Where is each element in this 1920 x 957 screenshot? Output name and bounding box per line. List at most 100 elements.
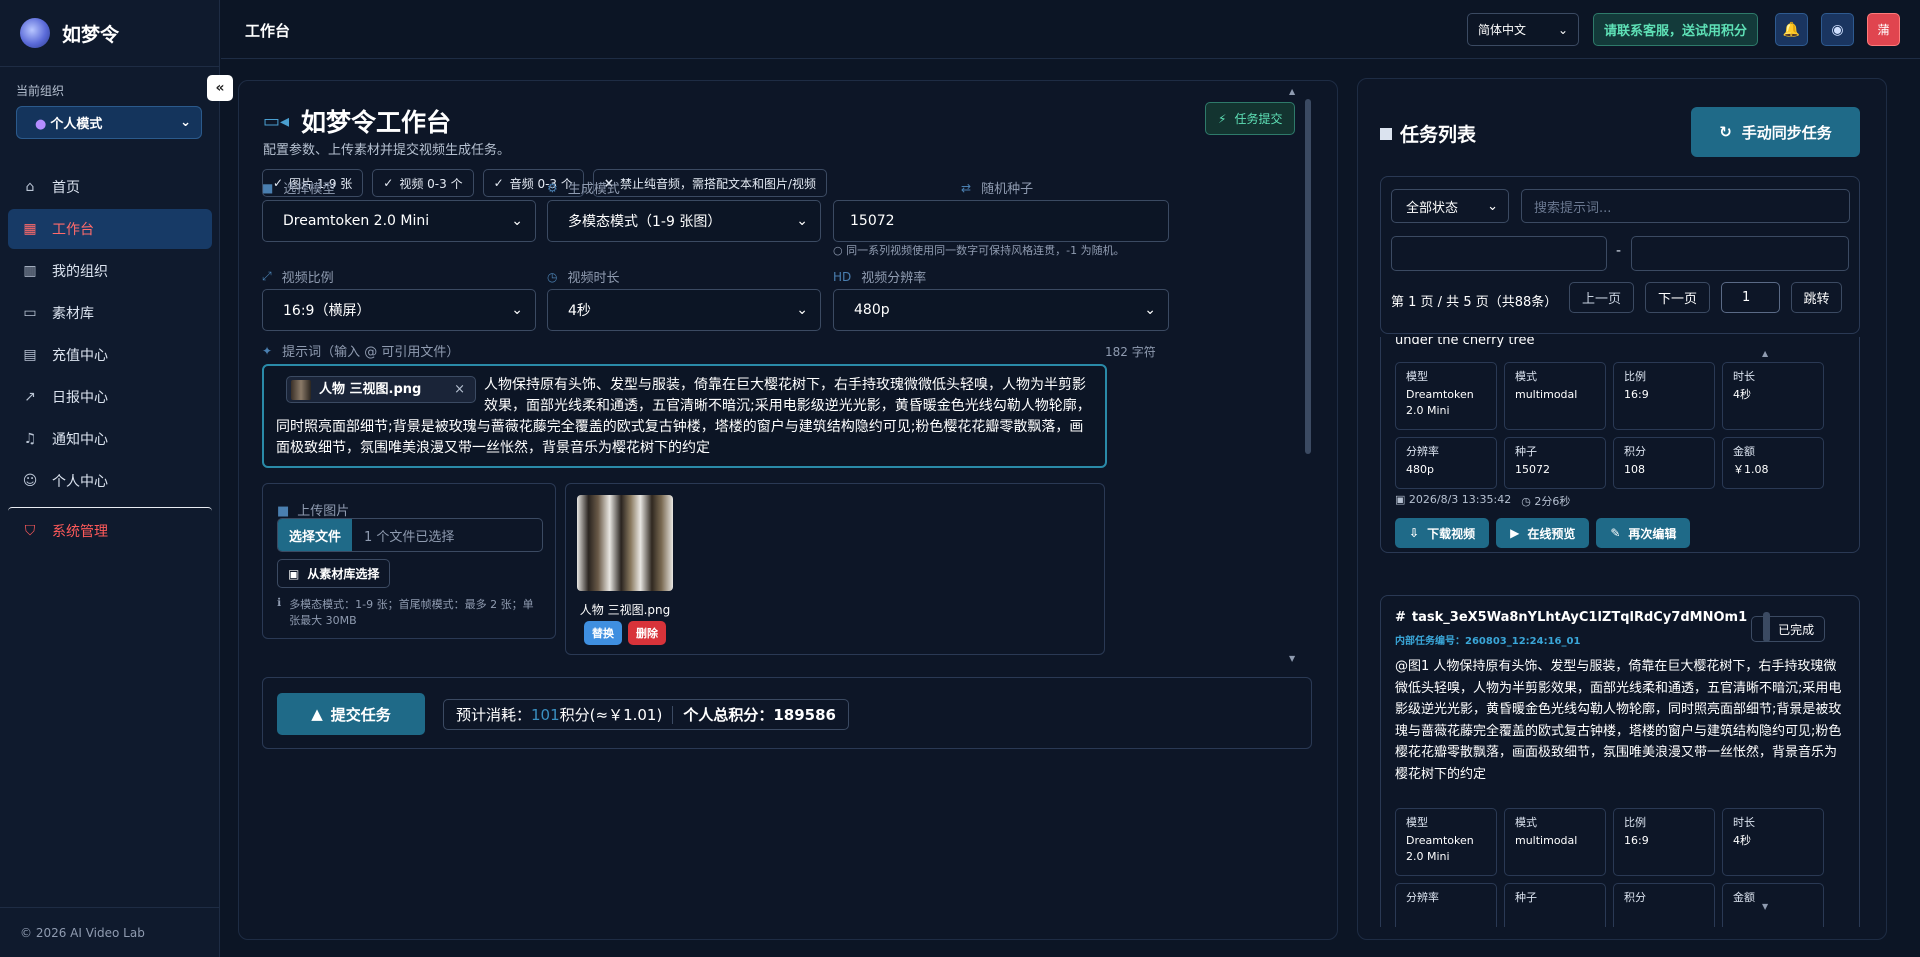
ratio-select[interactable]: 16:9（横屏） ⌄ [262, 289, 536, 331]
constraint-chip: ✓ 视频 0-3 个 [372, 169, 474, 197]
sidebar-item-system-admin[interactable]: ⛉ 系统管理 [8, 511, 212, 551]
topbar: 工作台 简体中文 ⌄ 请联系客服，送试用积分 🔔 ◉ 蒲 [221, 0, 1920, 59]
upload-arrow-icon: ▲ [311, 705, 323, 723]
close-icon[interactable]: × [454, 380, 465, 400]
file-thumbnail [291, 379, 311, 400]
workbench-subtitle: 配置参数、上传素材并提交视频生成任务。 [263, 143, 511, 158]
ratio-label-text: 视频比例 [281, 271, 334, 286]
preview-file-name: 人物 三视图.png [579, 603, 671, 617]
re-edit-label: 再次编辑 [1628, 526, 1677, 541]
download-video-button[interactable]: ⇩ 下载视频 [1395, 518, 1490, 548]
mode-select[interactable]: 多模态模式（1-9 张图） ⌄ [547, 200, 821, 242]
page-title: 工作台 [245, 22, 291, 40]
language-value: 简体中文 [1478, 23, 1527, 37]
date-range-dash: - [1616, 243, 1622, 259]
replace-button[interactable]: 替换 [584, 621, 622, 645]
calendar-icon: ▤ [23, 347, 37, 363]
jump-page-button[interactable]: 跳转 [1791, 282, 1842, 313]
detail-cell: 模式 multimodal [1504, 362, 1606, 430]
user-icon: ☺ [22, 473, 38, 489]
sidebar-item-label: 我的组织 [52, 264, 108, 280]
shield-icon: ⛉ [24, 523, 36, 539]
org-select[interactable]: ● 个人模式 ⌄ [16, 106, 202, 139]
library-icon: ▣ [288, 566, 300, 581]
ratio-label: ⤢ 视频比例 [262, 267, 334, 286]
sidebar-item-assets[interactable]: ▭ 素材库 [8, 293, 212, 333]
chevron-down-icon: ⌄ [180, 115, 191, 130]
task-list-scroll-down[interactable]: ▼ [1762, 902, 1768, 911]
seed-input[interactable]: 15072 [833, 200, 1169, 242]
task-submit-chip[interactable]: ⚡ 任务提交 [1205, 102, 1296, 135]
contact-support-button[interactable]: 请联系客服，送试用积分 [1593, 13, 1759, 46]
end-date-input[interactable] [1631, 236, 1849, 271]
language-select[interactable]: 简体中文 ⌄ [1467, 13, 1579, 46]
mode-label-text: 生成模式 [567, 182, 620, 197]
search-input[interactable]: 搜索提示词... [1521, 189, 1850, 223]
scroll-down-arrow[interactable]: ▼ [1289, 654, 1295, 663]
info-icon: ℹ [277, 596, 282, 609]
start-date-input[interactable] [1391, 236, 1607, 271]
detail-value: 4秒 [1733, 388, 1751, 401]
task-submit-chip-label: 任务提交 [1234, 112, 1283, 126]
app-logo[interactable]: 如梦令 [0, 0, 219, 67]
task-actions: ⇩ 下载视频 ▶ 在线预览 ✎ 再次编辑 [1395, 518, 1691, 548]
chevron-down-icon: ⌄ [1487, 198, 1498, 214]
delete-button[interactable]: 删除 [628, 621, 666, 645]
sidebar-item-notifications[interactable]: ♫ 通知中心 [8, 419, 212, 459]
duration-select-value: 4秒 [568, 303, 591, 319]
folder-icon: ▭ [23, 305, 37, 321]
scroll-up-arrow[interactable]: ▲ [1289, 87, 1295, 96]
play-icon: ▶ [1510, 526, 1520, 540]
online-preview-button[interactable]: ▶ 在线预览 [1496, 518, 1590, 548]
status-filter-select[interactable]: 全部状态 ⌄ [1391, 189, 1509, 223]
sidebar-item-label: 个人中心 [52, 474, 108, 490]
download-video-label: 下载视频 [1427, 526, 1476, 541]
submit-task-button[interactable]: ▲ 提交任务 [277, 693, 425, 735]
submit-task-label: 提交任务 [330, 705, 391, 724]
constraint-text: 禁止纯音频，需搭配文本和图片/视频 [619, 176, 816, 191]
file-reference-tag[interactable]: 人物 三视图.png × [286, 376, 476, 403]
re-edit-button[interactable]: ✎ 再次编辑 [1596, 518, 1691, 548]
sidebar-item-daily-report[interactable]: ↗ 日报中心 [8, 377, 212, 417]
sidebar-item-my-org[interactable]: ▥ 我的组织 [8, 251, 212, 291]
chevron-down-icon: ⌄ [796, 302, 808, 318]
detail-key: 时长 [1733, 370, 1755, 383]
file-input[interactable]: 选择文件 1 个文件已选择 [277, 518, 543, 552]
seed-label: ⇄ 随机种子 [961, 178, 1033, 198]
prompt-label-text: 提示词（输入 @ 可引用文件） [282, 345, 460, 360]
theme-toggle-icon[interactable]: ◉ [1821, 13, 1854, 46]
resolution-select[interactable]: 480p ⌄ [833, 289, 1169, 331]
model-select[interactable]: Dreamtoken 2.0 Mini ⌄ [262, 200, 536, 242]
scrollbar-thumb[interactable] [1305, 99, 1311, 454]
detail-cell: 金额 [1722, 883, 1824, 927]
duration-select[interactable]: 4秒 ⌄ [547, 289, 821, 331]
ratio-select-value: 16:9（横屏） [283, 303, 371, 319]
sidebar-item-home[interactable]: ⌂ 首页 [8, 167, 212, 207]
sync-tasks-button[interactable]: ↻ 手动同步任务 [1691, 107, 1860, 157]
prev-page-button[interactable]: 上一页 [1569, 282, 1634, 313]
avatar[interactable]: 蒲 [1867, 13, 1900, 46]
sidebar-item-recharge[interactable]: ▤ 充值中心 [8, 335, 212, 375]
next-page-button[interactable]: 下一页 [1645, 282, 1710, 313]
task-list-scrollbar-thumb[interactable] [1763, 612, 1770, 642]
sidebar-item-workbench[interactable]: ▦ 工作台 [8, 209, 212, 249]
sidebar-item-profile[interactable]: ☺ 个人中心 [8, 461, 212, 501]
detail-cell: 时长 4秒 [1722, 808, 1824, 876]
page-number-input[interactable]: 1 [1721, 282, 1780, 313]
detail-cell: 积分 [1613, 883, 1715, 927]
model-select-value: Dreamtoken 2.0 Mini [283, 213, 430, 229]
resolution-label: HD 视频分辨率 [833, 267, 926, 287]
gear-icon: ⚙ [547, 180, 558, 195]
prompt-textarea[interactable]: 人物 三视图.png × 人物保持原有头饰、发型与服装，倚靠在巨大樱花树下，右手… [262, 364, 1107, 468]
task-prompt-text: under the cherry tree [1395, 337, 1535, 348]
detail-cell: 比例 16:9 [1613, 362, 1715, 430]
select-from-library-button[interactable]: ▣ 从素材库选择 [277, 559, 391, 588]
detail-key: 种子 [1515, 445, 1537, 458]
collapse-sidebar-button[interactable]: « [207, 75, 233, 101]
task-list-scroll-up[interactable]: ▲ [1762, 349, 1768, 358]
pencil-icon: ✎ [1610, 526, 1621, 540]
bell-icon[interactable]: 🔔 [1775, 13, 1808, 46]
sidebar-item-label: 工作台 [52, 222, 94, 238]
choose-file-button[interactable]: 选择文件 [278, 519, 352, 551]
detail-key: 模型 [1406, 816, 1428, 829]
